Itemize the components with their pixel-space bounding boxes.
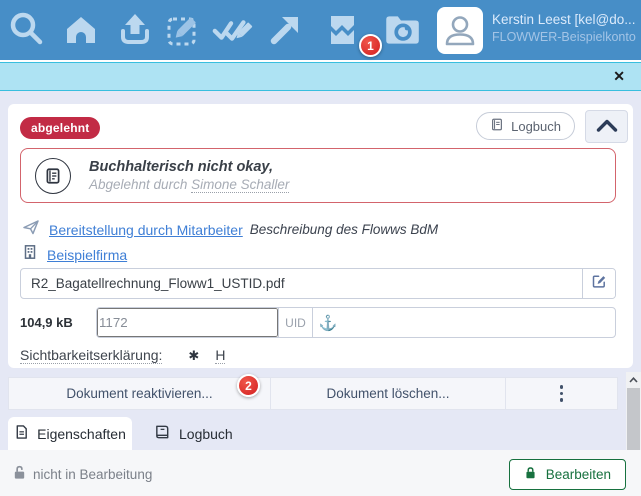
lock-status: nicht in Bearbeitung	[12, 465, 152, 483]
visibility-label[interactable]: Sichtbarkeitserklärung:	[20, 347, 162, 364]
main-toolbar: 1 Kerstin Leest [kel@do... FLOWWER-Beisp…	[0, 0, 641, 62]
tab-eigenschaften[interactable]: Eigenschaften	[8, 417, 132, 450]
reactivate-document-button[interactable]: Dokument reaktivieren...	[9, 378, 271, 409]
document-actions: Dokument reaktivieren... Dokument lösche…	[8, 377, 618, 410]
rejection-note: Buchhalterisch nicht okay, Abgelehnt dur…	[20, 148, 616, 203]
flow-row: Bereitstellung durch Mitarbeiter Beschre…	[22, 218, 438, 241]
flow-description: Beschreibung des Flowws BdM	[250, 222, 438, 237]
rejection-author-prefix: Abgelehnt durch	[89, 177, 191, 192]
logbook-button-label: Logbuch	[511, 119, 561, 134]
file-size: 104,9 kB	[20, 315, 96, 330]
rejection-author-name[interactable]: Simone Schaller	[191, 177, 289, 193]
delete-document-button[interactable]: Dokument löschen...	[271, 378, 506, 409]
tab-logbuch-label: Logbuch	[179, 426, 233, 442]
rename-button[interactable]	[582, 269, 615, 298]
edit-button-label: Bearbeiten	[546, 467, 611, 482]
torn-document-icon[interactable]	[322, 9, 364, 51]
bottom-tabs: Eigenschaften Logbuch	[8, 417, 249, 450]
tab-logbuch[interactable]: Logbuch	[138, 417, 249, 450]
visibility-value[interactable]: H	[215, 347, 225, 364]
properties-footer: nicht in Bearbeitung Bearbeiten	[0, 450, 641, 496]
lock-icon	[524, 466, 537, 483]
flow-link[interactable]: Bereitstellung durch Mitarbeiter	[49, 222, 243, 238]
reactivate-badge: 2	[237, 374, 260, 397]
visibility-row: Sichtbarkeitserklärung: ✱ H	[20, 347, 225, 364]
document-number-group: UID ⚓	[96, 307, 616, 338]
filename-input[interactable]	[21, 269, 582, 298]
book-icon	[154, 424, 171, 443]
building-icon	[22, 244, 38, 265]
upload-icon[interactable]	[114, 9, 156, 51]
user-account: FLOWWER-Beispielkonto	[492, 29, 636, 46]
user-name: Kerstin Leest [kel@do...	[492, 11, 636, 29]
scroll-up-icon[interactable]	[626, 372, 641, 387]
document-panel: abgelehnt Logbuch Buchhalterisch nicht o…	[8, 104, 633, 368]
rejection-reason: Buchhalterisch nicht okay,	[89, 159, 289, 175]
approve-edit-icon[interactable]	[211, 9, 253, 51]
flowwer-app: 1 Kerstin Leest [kel@do... FLOWWER-Beisp…	[0, 0, 641, 496]
home-icon[interactable]	[60, 9, 102, 51]
user-avatar[interactable]	[437, 7, 483, 54]
logbook-button[interactable]: Logbuch	[476, 112, 575, 140]
company-link[interactable]: Beispielfirma	[47, 247, 127, 263]
kebab-menu-icon	[560, 385, 564, 402]
close-icon[interactable]: ✕	[613, 68, 625, 85]
unlock-icon	[12, 465, 27, 483]
note-icon	[35, 158, 71, 194]
document-icon	[14, 424, 29, 443]
lock-status-text: nicht in Bearbeitung	[33, 467, 152, 482]
share-icon[interactable]	[264, 9, 306, 51]
logbook-icon	[490, 117, 504, 135]
documents-count-badge: 1	[359, 34, 382, 57]
filename-group	[20, 268, 616, 299]
search-icon[interactable]	[6, 9, 48, 51]
paper-plane-icon	[22, 218, 40, 241]
notification-bar: ✕	[0, 62, 641, 91]
note-text: Buchhalterisch nicht okay, Abgelehnt dur…	[89, 159, 289, 192]
anchor-icon[interactable]: ⚓	[312, 308, 343, 337]
company-row: Beispielfirma	[22, 244, 127, 265]
edit-selection-icon[interactable]	[162, 9, 204, 51]
tab-eigenschaften-label: Eigenschaften	[37, 426, 126, 442]
chevron-up-icon	[596, 119, 618, 135]
document-number-input[interactable]	[97, 308, 278, 337]
rejection-author: Abgelehnt durch Simone Schaller	[89, 177, 289, 192]
visibility-marker[interactable]: ✱	[188, 348, 199, 364]
more-actions-button[interactable]	[506, 378, 617, 409]
pencil-square-icon	[591, 273, 607, 294]
collapse-button[interactable]	[585, 110, 628, 143]
status-badge: abgelehnt	[20, 117, 100, 139]
edit-button[interactable]: Bearbeiten	[509, 459, 626, 490]
size-row: 104,9 kB UID ⚓	[20, 307, 616, 338]
user-info[interactable]: Kerstin Leest [kel@do... FLOWWER-Beispie…	[492, 11, 636, 46]
folder-camera-icon[interactable]	[381, 9, 423, 51]
uid-button[interactable]: UID	[278, 308, 312, 337]
